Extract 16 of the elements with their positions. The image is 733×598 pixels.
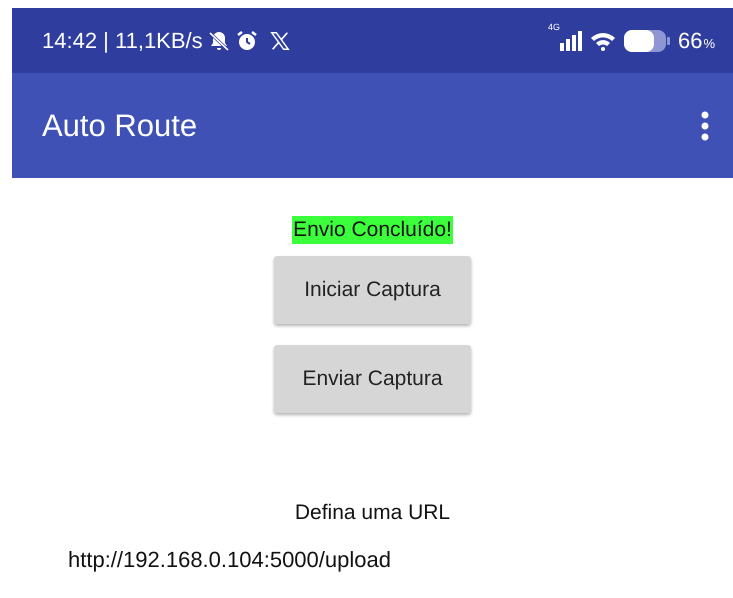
battery-icon bbox=[624, 30, 670, 52]
alarm-clock-icon bbox=[234, 28, 259, 52]
percent-sign: % bbox=[703, 36, 715, 51]
url-label: Defina uma URL bbox=[294, 501, 450, 525]
menu-icon bbox=[701, 110, 709, 140]
battery-percent: 66 bbox=[678, 28, 702, 54]
x-logo-icon bbox=[268, 30, 291, 52]
capture-button[interactable]: Iniciar Captura bbox=[274, 256, 471, 324]
url-field[interactable]: http://192.168.0.104:5000/upload bbox=[68, 547, 488, 573]
status-time: 14:42 | 11,1KB/s bbox=[42, 28, 203, 54]
app-title: Auto Route bbox=[42, 108, 198, 144]
wifi-icon bbox=[590, 30, 616, 50]
capture-button[interactable]: Enviar Captura bbox=[274, 345, 471, 413]
signal-icon bbox=[560, 30, 582, 50]
status-message: Envio Concluído! bbox=[292, 216, 453, 244]
network-type: 4G bbox=[548, 22, 560, 32]
